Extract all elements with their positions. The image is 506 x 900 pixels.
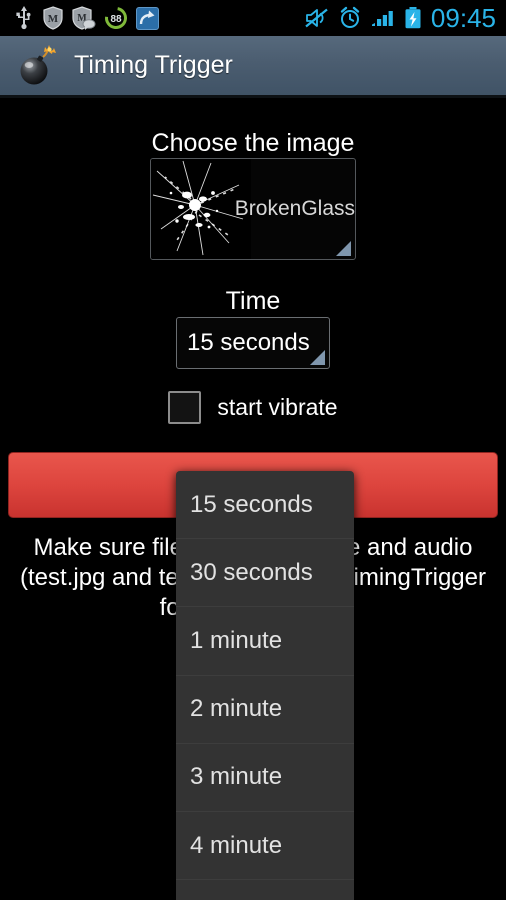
vibrate-checkbox[interactable] [168, 390, 202, 424]
status-bar-left-icons: M M 88 [0, 6, 159, 30]
time-spinner-dropdown-triangle-icon [310, 350, 325, 365]
time-label: Time [225, 287, 281, 315]
mcafee-shield-message-icon: M [72, 6, 96, 30]
battery-percent-88-icon: 88 [105, 7, 127, 29]
image-spinner[interactable]: BrokenGlass [150, 158, 356, 260]
dropdown-item[interactable]: 1 minute [176, 607, 354, 676]
phone-screen: M M 88 09:45 Timing Trigger Choose the i… [0, 0, 506, 900]
time-spinner[interactable]: 15 seconds [176, 317, 330, 369]
usb-icon [16, 6, 31, 30]
bomb-icon [16, 44, 58, 87]
signal-bars-icon [371, 11, 393, 26]
vibrate-checkbox-label: start vibrate [217, 393, 338, 420]
svg-text:88: 88 [110, 14, 122, 25]
svg-text:M: M [48, 13, 59, 25]
action-bar: Timing Trigger [0, 36, 506, 98]
dropdown-item[interactable]: 3 minute [176, 744, 354, 812]
alarm-clock-icon [340, 6, 360, 28]
image-spinner-value: BrokenGlass [234, 197, 355, 220]
choose-image-label: Choose the image [151, 129, 355, 157]
status-bar-clock: 09:45 [430, 3, 496, 33]
spinner-dropdown-triangle-icon [336, 241, 351, 256]
battery-charging-icon [405, 7, 421, 29]
status-bar: M M 88 09:45 [0, 0, 506, 36]
dropdown-item[interactable]: 4 minute [176, 812, 354, 881]
dropdown-item[interactable]: 2 minute [176, 676, 354, 744]
mute-icon [305, 8, 328, 28]
vibrate-checkbox-row[interactable]: start vibrate [0, 387, 506, 427]
app-title: Timing Trigger [74, 51, 233, 79]
status-bar-right-icons: 09:45 [305, 0, 496, 36]
time-dropdown-list[interactable]: 15 seconds 30 seconds 1 minute 2 minute … [176, 471, 354, 900]
main-content: Choose the image BrokenGlass Time 15 sec… [0, 101, 506, 900]
mcafee-shield-icon: M [43, 6, 63, 30]
dropdown-item[interactable]: 5 minute [176, 880, 354, 900]
time-spinner-value: 15 seconds [187, 329, 310, 356]
dropdown-item[interactable]: 30 seconds [176, 539, 354, 608]
sync-arrow-icon [136, 6, 159, 30]
dropdown-item[interactable]: 15 seconds [176, 471, 354, 540]
